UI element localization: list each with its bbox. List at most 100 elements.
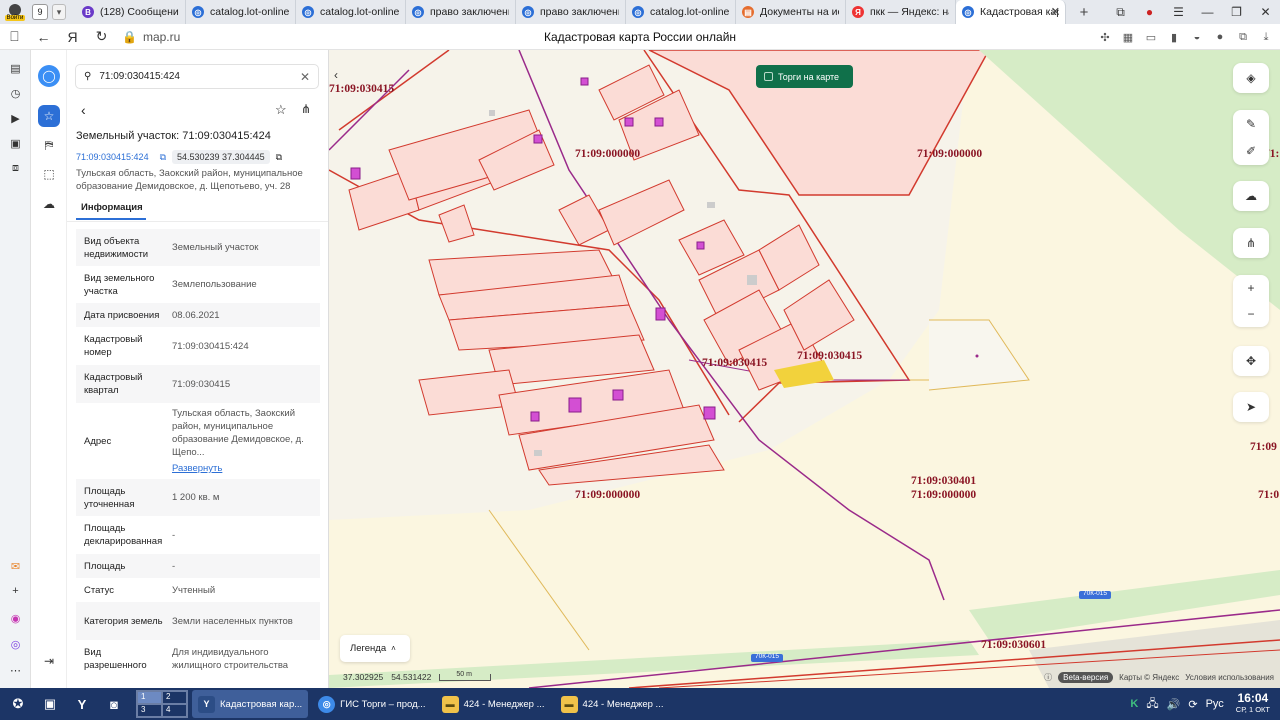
minimize-icon[interactable]: — [1193,5,1222,19]
add-icon[interactable]: + [7,582,24,599]
language-indicator[interactable]: Рус [1206,698,1224,710]
extensions-icon[interactable]: ✣ [1097,31,1113,44]
select-area-icon[interactable]: ⬚ [38,163,60,185]
cadastral-map[interactable]: 70К-015 70К-015 71:09:030415 71:09:00000… [329,50,1280,688]
screenshot-tool-icon[interactable]: ◙ [100,690,128,718]
history-icon[interactable]: ◷ [7,85,24,102]
close-icon[interactable]: ✕ [1051,5,1060,18]
extension-icon[interactable]: ● [1212,31,1228,43]
messenger-icon[interactable]: ◉ [7,610,24,627]
tab-8[interactable]: Япкк — Яндекс: наш [846,0,956,24]
collapse-panel-icon[interactable]: ‹ [334,68,338,82]
coordinates-chip[interactable]: 54.530239 37.304445 [172,150,270,164]
terms-link[interactable]: Условия использования [1185,673,1274,682]
new-tab-button[interactable]: + [1072,0,1096,24]
volume-icon[interactable]: 🔊 [1167,698,1181,711]
close-window-icon[interactable]: ✕ [1251,5,1280,19]
info-icon[interactable]: ⓘ [1044,672,1052,683]
expand-link[interactable]: Развернуть [172,462,320,475]
bookmarks-icon[interactable]: ▤ [7,60,24,77]
beta-badge[interactable]: Beta-версия [1058,672,1114,683]
workspace-1[interactable]: 1 [137,691,162,704]
workspace-4[interactable]: 4 [162,704,187,717]
prop-value: - [172,516,320,554]
reload-icon[interactable]: ↻ [87,28,116,45]
collections-icon[interactable]: ⧉ [1235,31,1251,44]
tab-info[interactable]: Информация [76,200,146,220]
tab-6[interactable]: ◎catalog.lot-online.ru [626,0,736,24]
url-field[interactable]: 🔒 map.ru [122,30,180,44]
update-icon[interactable]: ⟳ [1188,698,1197,711]
auctions-toggle[interactable]: Торги на карте [756,65,853,88]
cloud-icon[interactable]: ☁ [38,193,60,215]
favorite-star-icon[interactable]: ☆ [275,102,287,118]
tab-4[interactable]: ◎право заключения [406,0,516,24]
cad-number-link[interactable]: 71:09:030415:424 [76,150,154,164]
chevron-down-icon[interactable]: ▾ [52,4,66,20]
clear-icon[interactable]: ✕ [300,70,310,84]
share-icon[interactable]: ⋔ [301,102,311,116]
extension-icon[interactable]: ▦ [1120,31,1136,44]
sidebar-toggle-icon[interactable]: ⎕ [0,28,29,45]
alice-icon[interactable]: ◎ [7,636,24,653]
window-switcher-icon[interactable]: ▣ [36,690,64,718]
tab-7[interactable]: ▤Документы на исп [736,0,846,24]
reader-icon[interactable]: ▭ [1143,31,1159,44]
profile-button[interactable]: Войти [0,0,30,24]
user-icon [9,3,21,16]
move-icon[interactable]: ✥ [1246,354,1256,368]
zoom-in-icon[interactable]: + [1247,281,1254,295]
task-folder-1[interactable]: ▬ 424 - Менеджер ... [436,690,551,718]
mail-icon[interactable]: ✉ [7,558,24,575]
start-icon[interactable]: ✪ [4,690,32,718]
zoom-out-icon[interactable]: − [1247,307,1254,321]
taskbar: ✪ ▣ Y ◙ 1 2 3 4 Y Кадастровая кар... ◎ Г… [0,688,1280,720]
app-logo-icon[interactable]: ◯ [38,65,60,87]
ruler-icon[interactable]: ✎ [1246,117,1256,131]
cloud-upload-icon[interactable]: ☁ [1245,189,1257,203]
edit-icon[interactable]: ✐ [1246,144,1256,158]
workspace-3[interactable]: 3 [137,704,162,717]
yandex-home-icon[interactable]: Я [58,29,87,45]
layers-icon[interactable]: ◈ [1246,71,1255,85]
url-text: map.ru [142,29,181,44]
workspace-pager[interactable]: 1 2 3 4 [136,690,188,718]
bookmark-icon[interactable]: ▮ [1166,31,1182,44]
locate-icon[interactable]: ➤ [1246,400,1256,414]
copy-icon[interactable]: ⧉ [160,152,166,163]
tab-3[interactable]: ◎catalog.lot-online.ru [296,0,406,24]
prop-value-text: - [172,560,176,572]
layers-icon[interactable]: ⛿ [38,134,60,156]
screenshot-icon[interactable]: ⧈ [7,160,24,177]
back-icon[interactable]: ← [29,29,58,45]
tab-1[interactable]: B (128) Сообщение [76,0,186,24]
workspace-2[interactable]: 2 [162,691,187,704]
more-icon[interactable]: ⋯ [7,662,24,679]
extension-icon[interactable]: ◒ [1189,31,1205,43]
share-icon[interactable]: ⋔ [1246,236,1256,250]
tab-5[interactable]: ◎право заключения [516,0,626,24]
download-icon[interactable]: ⤓ [1258,31,1274,44]
legend-button[interactable]: Легенда ˄ [340,635,410,662]
menu-icon[interactable]: ☰ [1164,5,1193,19]
maximize-icon[interactable]: ❐ [1222,5,1251,19]
back-arrow-icon[interactable]: ‹ [81,102,86,118]
tab-9-active[interactable]: ◎ Кадастровая кар ✕ [956,0,1066,24]
clock[interactable]: 16:04 СР, 1 ОКТ [1236,692,1270,715]
copy-icon[interactable]: ⧉ [276,152,282,163]
tab-count-badge[interactable]: 9 [32,4,48,20]
network-icon[interactable]: 🖧 [1146,695,1158,714]
search-input[interactable]: ⚲ 71:09:030415:424 ✕ [75,64,319,89]
yandex-browser-icon[interactable]: Y [68,690,96,718]
kaspersky-icon[interactable]: K [1130,698,1138,710]
logout-icon[interactable]: ⇥ [38,650,60,672]
notifications-icon[interactable]: ● [1135,5,1164,19]
task-chrome[interactable]: ◎ ГИС Торги – прод... [312,690,431,718]
task-browser[interactable]: Y Кадастровая кар... [192,690,309,718]
tab-2[interactable]: ◎catalog.lot-online.ru [186,0,296,24]
task-folder-2[interactable]: ▬ 424 - Менеджер ... [555,690,670,718]
tabs-icon[interactable]: ⧉ [1106,5,1135,20]
calendar-icon[interactable]: ▣ [7,135,24,152]
play-icon[interactable]: ▶ [7,110,24,127]
star-icon[interactable]: ☆ [38,105,60,127]
